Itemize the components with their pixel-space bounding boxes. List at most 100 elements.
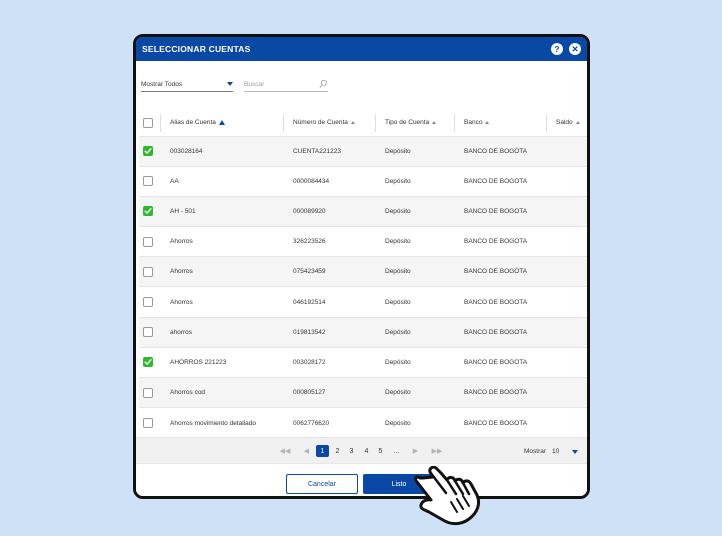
cell-numero: 003028172 [293, 358, 326, 366]
cell-banco: BANCO DE BOGOTA [464, 358, 528, 366]
cell-tipo: Depósito [385, 147, 411, 155]
cell-alias: Ahorros [170, 268, 193, 276]
dialog-footer: Cancelar Listo [136, 463, 587, 496]
cell-numero: 000805127 [293, 389, 326, 397]
page-2-button[interactable]: 2 [332, 445, 343, 457]
row-checkbox[interactable] [143, 266, 153, 277]
select-all-checkbox[interactable] [143, 117, 153, 128]
table-row[interactable]: AH - 501 000089920 Depósito BANCO DE BOGOTA [139, 196, 587, 227]
table-row[interactable]: AA 0000084434 Depósito BANCO DE BOGOTA [139, 166, 587, 197]
show-filter-value: Mostrar Todos [141, 80, 183, 88]
page-4-button[interactable]: 4 [361, 445, 372, 457]
table-row[interactable]: 003028164 CUENTA221223 Depósito BANCO DE BO… [139, 136, 587, 167]
cell-tipo: Depósito [385, 238, 411, 246]
check-icon [144, 208, 152, 215]
cell-saldo [547, 317, 587, 347]
cell-saldo [547, 257, 587, 287]
dialog-title: SELECCIONAR CUENTAS [142, 44, 251, 54]
cell-tipo: Depósito [385, 177, 411, 185]
cell-banco: BANCO DE BOGOTA [464, 238, 528, 246]
page-1-button[interactable]: 1 [316, 445, 329, 457]
column-banco[interactable]: Banco [455, 110, 547, 136]
cell-tipo: Depósito [385, 358, 411, 366]
cell-alias: AH - 501 [170, 207, 196, 215]
cell-numero: 000089920 [293, 207, 326, 215]
cell-banco: BANCO DE BOGOTA [464, 268, 528, 276]
table-row[interactable]: AHORROS 221223 003028172 Depósito BANCO DE … [139, 347, 587, 378]
row-checkbox[interactable] [143, 387, 153, 398]
page-3-button[interactable]: 3 [346, 445, 357, 457]
cell-alias: AHORROS 221223 [170, 358, 227, 366]
table-row[interactable]: Ahorros 075423459 Depósito BANCO DE BOGOTA [139, 256, 587, 287]
table-row[interactable]: Ahorros cod 000805127 Depósito BANCO DE BOG… [139, 377, 587, 408]
cell-numero: 326223526 [293, 238, 326, 246]
filter-bar: Mostrar Todos Buscar [141, 77, 582, 93]
cell-tipo: Depósito [385, 207, 411, 215]
cell-alias: Ahorros [170, 238, 193, 246]
search-input[interactable]: Buscar [244, 77, 328, 92]
cell-numero: 0062776620 [293, 419, 330, 427]
pagination-bar: ◀◀ ◀ 1 2 3 4 5 ... ▶ ▶▶ Mostrar 10 [136, 437, 587, 463]
search-icon[interactable] [319, 79, 327, 89]
cell-numero: 046192514 [293, 298, 326, 306]
table-row[interactable]: Ahorros 326223526 Depósito BANCO DE BOGOTA [139, 226, 587, 257]
cell-banco: BANCO DE BOGOTA [464, 419, 528, 427]
row-checkbox[interactable] [143, 418, 153, 429]
table-row[interactable]: Ahorros 046192514 Depósito BANCO DE BOGOTA [139, 286, 587, 318]
cell-alias: Ahorros cod [170, 389, 206, 397]
row-checkbox[interactable] [143, 297, 153, 308]
cell-saldo [547, 347, 587, 377]
chevron-down-icon[interactable] [572, 450, 578, 454]
cell-tipo: Depósito [385, 419, 411, 427]
cell-banco: BANCO DE BOGOTA [464, 389, 528, 397]
close-icon[interactable]: ✕ [569, 43, 581, 55]
dialog-header: SELECCIONAR CUENTAS ? ✕ [136, 37, 587, 61]
check-icon [144, 359, 152, 366]
page-5-button[interactable]: 5 [375, 445, 386, 457]
accounts-table: Alias de Cuenta Número de Cuenta Tipo de… [139, 110, 587, 438]
cell-saldo [547, 378, 587, 408]
sort-up-icon [485, 121, 490, 125]
table-row[interactable]: ahorros 019813542 Depósito BANCO DE BOGOTA [139, 317, 587, 348]
row-checkbox[interactable] [143, 236, 153, 247]
cell-banco: BANCO DE BOGOTA [464, 207, 528, 215]
sort-up-icon [218, 120, 225, 126]
page-size-label: Mostrar [524, 448, 547, 455]
sort-up-icon [575, 121, 580, 125]
last-page-button[interactable]: ▶▶ [430, 445, 444, 457]
column-numero[interactable]: Número de Cuenta [284, 110, 376, 136]
cell-banco: BANCO DE BOGOTA [464, 328, 528, 336]
next-page-button[interactable]: ▶ [410, 445, 421, 457]
sort-up-icon [432, 121, 437, 125]
cell-alias: Ahorros movimiento detallado [170, 419, 256, 427]
first-page-button[interactable]: ◀◀ [278, 445, 292, 457]
column-saldo[interactable]: Saldo [547, 110, 587, 136]
row-checkbox[interactable] [143, 206, 153, 217]
cell-alias: 003028164 [170, 147, 203, 155]
cell-alias: ahorros [170, 328, 193, 336]
row-checkbox[interactable] [143, 357, 153, 368]
row-checkbox[interactable] [143, 327, 153, 338]
show-filter-select[interactable]: Mostrar Todos [141, 77, 233, 92]
column-alias[interactable]: Alias de Cuenta [161, 110, 284, 136]
help-icon[interactable]: ? [551, 43, 563, 55]
row-checkbox[interactable] [143, 176, 153, 187]
cell-banco: BANCO DE BOGOTA [464, 298, 528, 306]
cell-numero: 0000084434 [293, 177, 330, 185]
page-size-select[interactable]: 10 [552, 448, 559, 455]
column-tipo[interactable]: Tipo de Cuenta [376, 110, 455, 136]
cell-tipo: Depósito [385, 298, 411, 306]
cell-saldo [547, 136, 587, 166]
prev-page-button[interactable]: ◀ [301, 445, 312, 457]
table-header-row: Alias de Cuenta Número de Cuenta Tipo de… [139, 110, 587, 136]
select-accounts-dialog: SELECCIONAR CUENTAS ? ✕ Mostrar Todos Bu… [133, 34, 590, 499]
cell-saldo [547, 166, 587, 196]
cell-tipo: Depósito [385, 389, 411, 397]
cancel-button[interactable]: Cancelar [286, 474, 358, 494]
cell-numero: 075423459 [293, 268, 326, 276]
row-checkbox[interactable] [143, 146, 153, 157]
more-pages-button[interactable]: ... [391, 445, 402, 457]
table-row[interactable]: Ahorros movimiento detallado 0062776620 De… [139, 407, 587, 438]
cell-tipo: Depósito [385, 328, 411, 336]
sort-up-icon [350, 121, 355, 125]
